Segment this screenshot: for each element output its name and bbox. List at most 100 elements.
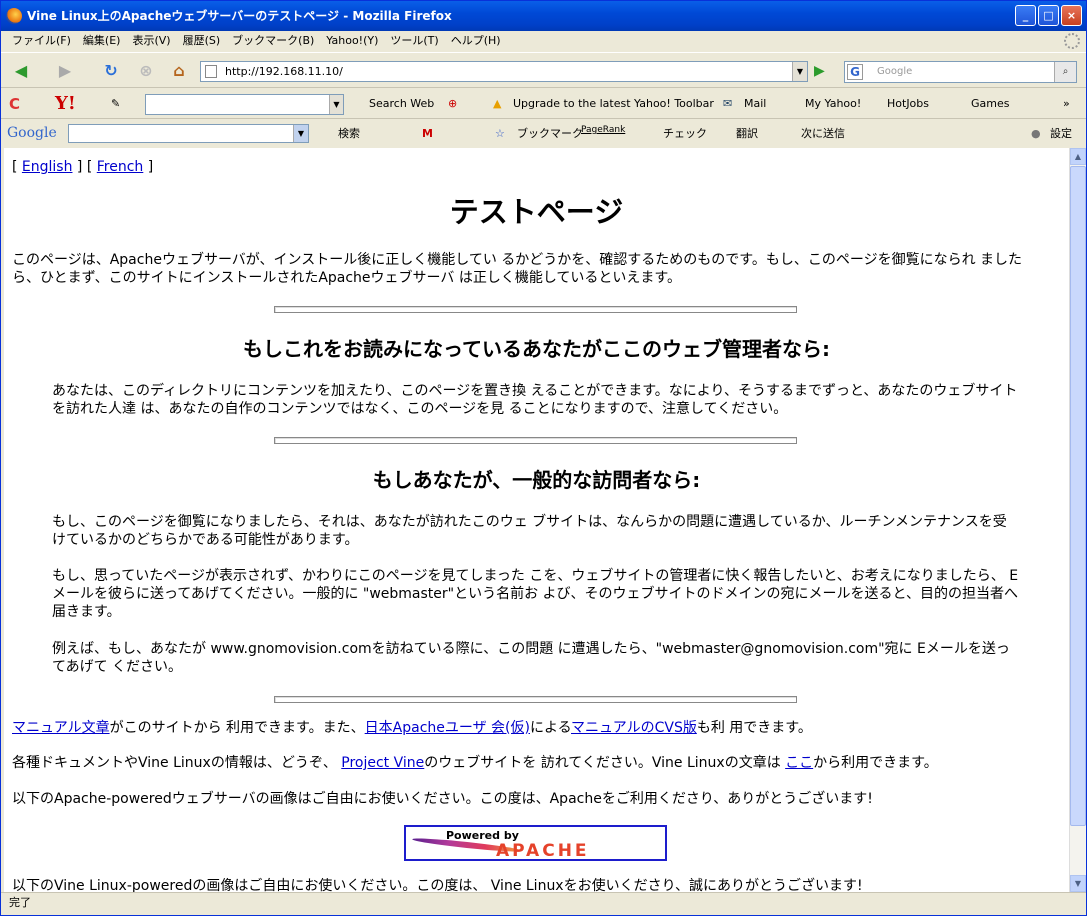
- forward-icon[interactable]: ▶: [53, 59, 77, 83]
- yahoo-c-icon[interactable]: C: [9, 89, 20, 119]
- google-search-dropdown-icon[interactable]: ▼: [293, 125, 308, 142]
- vine-text-2: のウェブサイトを 訪れてください。Vine Linuxの文章は: [424, 755, 786, 771]
- bracket-mid: ] [: [72, 159, 97, 175]
- google-search-input[interactable]: ▼: [68, 124, 309, 143]
- settings-icon[interactable]: ●: [1031, 120, 1041, 147]
- go-button[interactable]: ▶: [814, 62, 832, 80]
- yahoo-games[interactable]: Games: [971, 89, 1009, 119]
- menu-file[interactable]: ファイル(F): [6, 31, 77, 51]
- vine-text-3: から利用できます。: [813, 755, 938, 771]
- vertical-scrollbar[interactable]: ▲ ▼: [1069, 148, 1086, 892]
- title-bar: Vine Linux上のApacheウェブサーバーのテストページ - Mozil…: [1, 1, 1086, 31]
- visitor-text-1: もし、このページを御覧になりましたら、それは、あなたが訪れたこのウェ ブサイトは…: [52, 514, 1007, 548]
- yahoo-my-yahoo[interactable]: My Yahoo!: [805, 89, 861, 119]
- menu-history[interactable]: 履歴(S): [177, 31, 227, 51]
- google-sendto[interactable]: 次に送信: [801, 120, 845, 147]
- koko-link[interactable]: ここ: [785, 755, 813, 771]
- window-title: Vine Linux上のApacheウェブサーバーのテストページ - Mozil…: [27, 9, 452, 23]
- google-pagerank[interactable]: PageRank: [581, 120, 625, 140]
- divider: [274, 306, 797, 313]
- stop-icon[interactable]: ⊗: [134, 59, 158, 83]
- google-engine-icon[interactable]: G: [847, 64, 863, 80]
- manual-link[interactable]: マニュアル文章: [12, 720, 110, 736]
- french-link[interactable]: French: [97, 159, 144, 175]
- yahoo-logo-icon[interactable]: Y!: [55, 89, 76, 119]
- menu-view[interactable]: 表示(V): [126, 31, 176, 51]
- yahoo-mail[interactable]: Mail: [744, 89, 766, 119]
- minimize-button[interactable]: _: [1015, 5, 1036, 26]
- browser-window: Vine Linux上のApacheウェブサーバーのテストページ - Mozil…: [0, 0, 1087, 916]
- google-toolbar: Google ▼ 検索 M ☆ ブックマーク PageRank チェック 翻訳 …: [1, 120, 1086, 147]
- admin-text: あなたは、このディレクトリにコンテンツを加えたり、このページを置き換 えることが…: [52, 383, 1018, 417]
- yahoo-search-input[interactable]: ▼: [145, 94, 344, 115]
- visitor-text-3: 例えば、もし、あなたが www.gnomovision.comを訪ねている際に、…: [52, 641, 1010, 675]
- search-box[interactable]: G Google ⌕: [844, 61, 1077, 83]
- menu-bookmarks[interactable]: ブックマーク(B): [226, 31, 320, 51]
- manual-text-2: による: [529, 720, 572, 736]
- pencil-icon[interactable]: ✎: [111, 89, 120, 119]
- target-icon[interactable]: ⊕: [448, 89, 457, 119]
- bracket-close: ]: [143, 159, 154, 175]
- google-check[interactable]: チェック: [663, 120, 707, 147]
- vine-text: 各種ドキュメントやVine Linuxの情報は、どうぞ、 Project Vin…: [12, 754, 938, 772]
- url-text[interactable]: http://192.168.11.10/: [225, 65, 343, 78]
- search-placeholder: Google: [877, 66, 913, 77]
- gmail-icon[interactable]: M: [422, 120, 433, 147]
- toolbar-overflow[interactable]: »: [1063, 89, 1070, 119]
- menu-help[interactable]: ヘルプ(H): [445, 31, 507, 51]
- google-search-button[interactable]: 検索: [338, 120, 360, 147]
- page-content: [ English ] [ French ] テストページ このページは、Apa…: [4, 148, 1069, 892]
- menu-edit[interactable]: 編集(E): [77, 31, 127, 51]
- maximize-button[interactable]: □: [1038, 5, 1059, 26]
- jp-users-link[interactable]: 日本Apacheユーザ 会(仮): [365, 720, 530, 736]
- google-logo[interactable]: Google: [7, 120, 57, 147]
- warning-icon: ▲: [493, 97, 502, 110]
- reload-icon[interactable]: ↻: [99, 59, 123, 83]
- scroll-up-icon[interactable]: ▲: [1070, 148, 1086, 165]
- divider: [274, 437, 797, 444]
- intro-text: このページは、Apacheウェブサーバが、インストール後に正しく機能してい るか…: [12, 252, 1023, 286]
- vine-text-1: 各種ドキュメントやVine Linuxの情報は、どうぞ、: [12, 755, 342, 771]
- star-icon[interactable]: ☆: [495, 120, 505, 147]
- apache-powered-text: 以下のApache-poweredウェブサーバの画像はご自由にお使いください。こ…: [12, 791, 873, 807]
- language-links: [ English ] [ French ]: [12, 158, 153, 176]
- yahoo-search-dropdown-icon[interactable]: ▼: [329, 95, 343, 114]
- scroll-thumb[interactable]: [1070, 166, 1086, 826]
- vine-powered-text: 以下のVine Linux-poweredの画像はご自由にお使いください。この度…: [12, 878, 863, 892]
- visitor-text-2: もし、思っていたページが表示されず、かわりにこのページを見てしまった こを、ウェ…: [52, 568, 1019, 620]
- home-icon[interactable]: ⌂: [167, 59, 191, 83]
- bracket-open: [: [12, 159, 22, 175]
- menu-tools[interactable]: ツール(T): [384, 31, 444, 51]
- powered-by-apache-badge: Powered by APACHE: [404, 825, 667, 861]
- google-translate[interactable]: 翻訳: [736, 120, 758, 147]
- search-icon[interactable]: ⌕: [1054, 62, 1076, 82]
- visitor-heading: もしあなたが、一般的な訪問者なら:: [372, 468, 701, 492]
- google-settings[interactable]: 設定: [1050, 120, 1072, 147]
- navigation-toolbar: ◀ ▶ ↻ ⊗ ⌂ http://192.168.11.10/ ▼ ▶ G Go…: [1, 52, 1086, 88]
- cvs-manual-link[interactable]: マニュアルのCVS版: [571, 720, 697, 736]
- yahoo-hotjobs[interactable]: HotJobs: [887, 89, 929, 119]
- url-dropdown-icon[interactable]: ▼: [792, 62, 807, 81]
- back-icon[interactable]: ◀: [9, 59, 33, 83]
- close-button[interactable]: ×: [1061, 5, 1082, 26]
- google-bookmarks[interactable]: ブックマーク: [517, 120, 583, 147]
- english-link[interactable]: English: [22, 159, 73, 175]
- yahoo-search-web[interactable]: Search Web: [369, 89, 434, 119]
- yahoo-upgrade[interactable]: Upgrade to the latest Yahoo! Toolbar: [513, 89, 714, 119]
- scroll-down-icon[interactable]: ▼: [1070, 875, 1086, 892]
- url-bar[interactable]: http://192.168.11.10/ ▼: [200, 61, 808, 82]
- throbber-icon: [1064, 33, 1080, 49]
- menu-yahoo[interactable]: Yahoo!(Y): [320, 31, 384, 51]
- manual-text: マニュアル文章がこのサイトから 利用できます。また、日本Apacheユーザ 会(…: [12, 719, 812, 737]
- admin-heading: もしこれをお読みになっているあなたがここのウェブ管理者なら:: [243, 337, 830, 361]
- status-bar: 完了: [1, 892, 1086, 915]
- firefox-logo-icon: [6, 8, 22, 24]
- manual-text-1: がこのサイトから 利用できます。また、: [109, 720, 365, 736]
- project-vine-link[interactable]: Project Vine: [341, 755, 424, 771]
- mail-icon: ✉: [723, 97, 733, 110]
- apache-label: APACHE: [496, 841, 590, 861]
- page-title: テストページ: [449, 195, 624, 229]
- manual-text-3: も利 用できます。: [696, 720, 812, 736]
- page-icon: [205, 65, 217, 78]
- divider: [274, 696, 797, 703]
